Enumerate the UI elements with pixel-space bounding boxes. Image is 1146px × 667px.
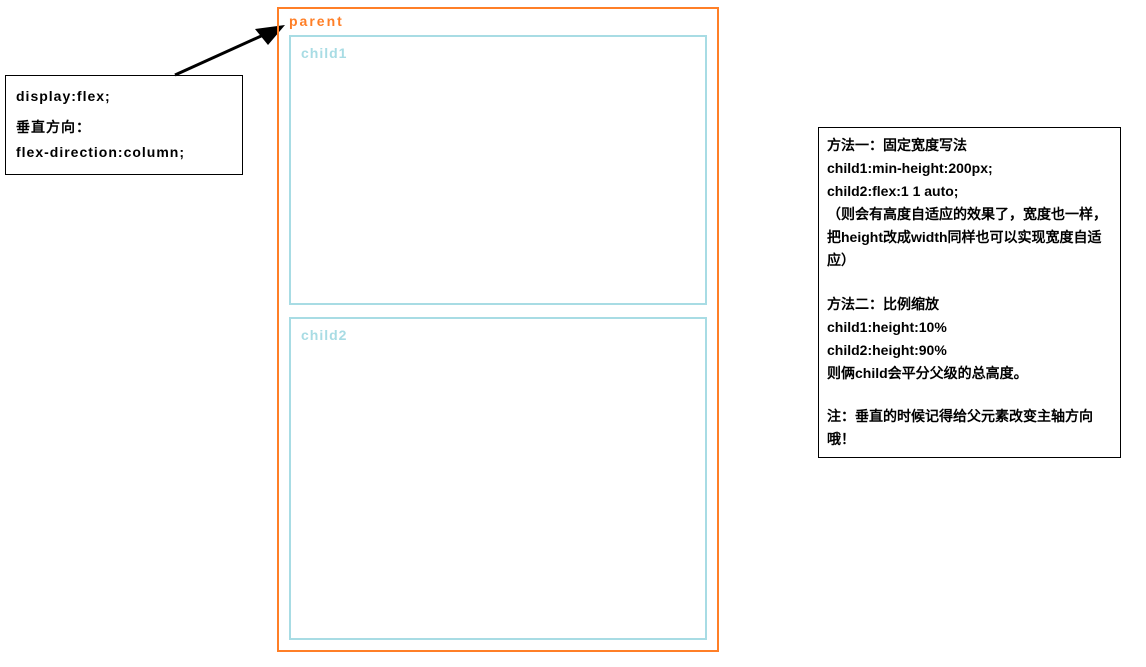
spacer — [827, 385, 1112, 405]
footnote: 注：垂直的时候记得给父元素改变主轴方向哦！ — [827, 405, 1112, 451]
css-flex-direction-line: flex-direction:column; — [16, 140, 232, 165]
child2-label: child2 — [301, 327, 347, 343]
child1-box: child1 — [289, 35, 707, 305]
parent-label: parent — [289, 13, 707, 29]
child1-label: child1 — [301, 45, 347, 61]
method2-title: 方法二：比例缩放 — [827, 293, 1112, 316]
spacer — [827, 273, 1112, 293]
method2-line1: child1:height:10% — [827, 316, 1112, 339]
vertical-direction-label: 垂直方向： — [16, 115, 232, 140]
right-explanation-box: 方法一：固定宽度写法 child1:min-height:200px; chil… — [818, 127, 1121, 458]
method1-title: 方法一：固定宽度写法 — [827, 134, 1112, 157]
method2-note: 则俩child会平分父级的总高度。 — [827, 362, 1112, 385]
method1-note: （则会有高度自适应的效果了，宽度也一样，把height改成width同样也可以实… — [827, 203, 1112, 272]
arrow-icon — [170, 20, 290, 90]
parent-container: parent child1 child2 — [277, 7, 719, 652]
method2-line2: child2:height:90% — [827, 339, 1112, 362]
method1-line2: child2:flex:1 1 auto; — [827, 180, 1112, 203]
method1-line1: child1:min-height:200px; — [827, 157, 1112, 180]
child2-box: child2 — [289, 317, 707, 640]
